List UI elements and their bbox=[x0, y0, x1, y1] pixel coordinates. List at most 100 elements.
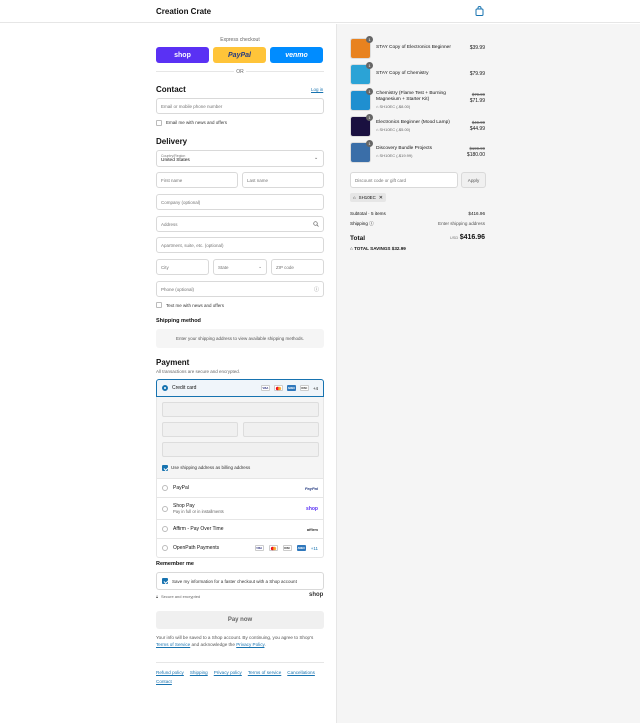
address-placeholder: Address bbox=[161, 221, 178, 227]
credit-card-option[interactable]: Credit card VISA AMEX DISC +4 bbox=[156, 379, 324, 397]
product-title: STAY Copy of Chemistry bbox=[376, 71, 429, 76]
city-field[interactable]: City bbox=[156, 259, 209, 275]
line-item: 1 STAY Copy of Electronics Beginner $39.… bbox=[350, 36, 485, 59]
legal-text: Your info will be saved to a Shop accoun… bbox=[156, 634, 324, 648]
delivery-heading: Delivery bbox=[156, 137, 188, 146]
email-placeholder: Email or mobile phone number bbox=[161, 103, 223, 109]
privacy-policy-link[interactable]: Privacy policy bbox=[214, 670, 242, 675]
discount-text: SH10EC (-$8.00) bbox=[379, 104, 411, 109]
billing-address-label: Use shipping address as billing address bbox=[171, 465, 251, 470]
cart-bag-icon[interactable] bbox=[475, 6, 484, 16]
discount-code-label: SH10EC bbox=[358, 195, 376, 200]
card-expiry-field[interactable] bbox=[162, 422, 238, 437]
card-details-panel: Use shipping address as billing address bbox=[156, 397, 324, 479]
product-thumbnail: 1 bbox=[350, 88, 373, 111]
apartment-field[interactable]: Apartment, suite, etc. (optional) bbox=[156, 237, 324, 253]
card-cvc-field[interactable] bbox=[243, 422, 319, 437]
country-value: United States bbox=[161, 158, 190, 163]
terms-of-service-link[interactable]: Terms of service bbox=[248, 670, 281, 675]
shipping-label: Shipping ⓘ bbox=[350, 221, 374, 227]
shoppay-radio[interactable] bbox=[162, 505, 168, 512]
pay-now-button[interactable]: Pay now bbox=[156, 611, 324, 629]
state-placeholder: State bbox=[218, 264, 229, 270]
shoppay-option[interactable]: Shop Pay Pay in full or in installments … bbox=[156, 498, 324, 520]
zip-field[interactable]: ZIP code bbox=[271, 259, 324, 275]
product-info: Electronics Beginner (Mood Lamp) ⌂ SH10E… bbox=[376, 120, 458, 132]
openpath-radio[interactable] bbox=[162, 545, 168, 551]
first-name-field[interactable]: First name bbox=[156, 172, 238, 188]
phone-field[interactable]: Phone (optional) ⓘ bbox=[156, 281, 324, 297]
credit-card-radio[interactable] bbox=[162, 385, 168, 391]
text-news-checkbox[interactable] bbox=[156, 302, 162, 308]
shop-pay-button[interactable]: shop bbox=[156, 47, 209, 63]
quantity-badge: 1 bbox=[366, 114, 373, 121]
email-news-checkbox[interactable] bbox=[156, 120, 162, 126]
affirm-radio[interactable] bbox=[162, 526, 168, 532]
privacy-link[interactable]: Privacy Policy bbox=[236, 642, 264, 647]
product-price: $180.00 bbox=[466, 152, 485, 158]
paypal-radio[interactable] bbox=[162, 485, 168, 491]
discount-label: ⌂ SH10EC (-$8.00) bbox=[376, 104, 458, 109]
tag-icon: ⌂ bbox=[376, 127, 379, 132]
line-item: 1 Discovery Bundle Projects ⌂ SH10EC (-$… bbox=[350, 140, 485, 163]
remember-me-checkbox[interactable] bbox=[162, 578, 168, 584]
discount-code-field[interactable]: Discount code or gift card bbox=[350, 172, 458, 188]
product-info: Discovery Bundle Projects ⌂ SH10EC (-$19… bbox=[376, 146, 458, 158]
email-news-label: Email me with news and offers bbox=[166, 120, 227, 125]
paypal-button[interactable]: PayPal bbox=[213, 47, 266, 63]
line-item: 1 STAY Copy of Chemistry $79.99 bbox=[350, 62, 485, 85]
shoppay-sublabel: Pay in full or in installments bbox=[173, 509, 224, 514]
email-field[interactable]: Email or mobile phone number bbox=[156, 98, 324, 114]
footer-links: Refund policy Shipping Privacy policy Terms… bbox=[156, 668, 324, 686]
remove-discount-icon[interactable]: ✕ bbox=[379, 195, 383, 201]
address-field[interactable]: Address bbox=[156, 216, 324, 232]
search-icon bbox=[313, 221, 319, 229]
visa-icon: VISA bbox=[254, 545, 264, 551]
venmo-button[interactable]: venmo bbox=[270, 47, 323, 63]
shoppay-logo-icon: shop bbox=[306, 505, 318, 512]
first-name-placeholder: First name bbox=[161, 177, 183, 183]
help-circle-icon[interactable]: ⓘ bbox=[369, 221, 374, 226]
apply-discount-button[interactable]: Apply bbox=[461, 172, 486, 188]
product-title: Electronics Beginner (Mood Lamp) bbox=[376, 120, 450, 125]
billing-address-checkbox[interactable] bbox=[162, 465, 168, 471]
contact-heading: Contact bbox=[156, 85, 186, 94]
contact-link[interactable]: Contact bbox=[156, 679, 172, 684]
mastercard-icon bbox=[268, 545, 278, 551]
card-name-field[interactable] bbox=[162, 442, 319, 457]
shipping-value: Enter shipping address bbox=[438, 221, 485, 226]
footer-divider bbox=[156, 662, 324, 663]
quantity-badge: 1 bbox=[366, 62, 373, 69]
openpath-label: OpenPath Payments bbox=[173, 545, 220, 551]
company-field[interactable]: Company (optional) bbox=[156, 194, 324, 210]
terms-link[interactable]: Terms of Service bbox=[156, 642, 190, 647]
last-name-field[interactable]: Last name bbox=[242, 172, 324, 188]
refund-policy-link[interactable]: Refund policy bbox=[156, 670, 184, 675]
product-price: $79.99 bbox=[469, 71, 485, 77]
cancellations-link[interactable]: Cancellations bbox=[287, 670, 315, 675]
lock-icon: 🔒︎ bbox=[156, 594, 159, 599]
login-link[interactable]: Log in bbox=[311, 87, 323, 92]
paypal-option[interactable]: PayPal PayPal bbox=[156, 479, 324, 498]
openpath-option[interactable]: OpenPath Payments VISA DISC AMEX +11 bbox=[156, 539, 324, 558]
state-select[interactable]: State ⌄ bbox=[213, 259, 267, 275]
store-logo[interactable]: Creation Crate bbox=[156, 7, 211, 16]
affirm-logo-icon: affirm bbox=[306, 526, 318, 532]
shipping-link[interactable]: Shipping bbox=[190, 670, 208, 675]
help-circle-icon[interactable]: ⓘ bbox=[314, 286, 319, 293]
country-select[interactable]: Country/Region United States bbox=[156, 150, 324, 167]
amex-icon: AMEX bbox=[286, 385, 296, 391]
amex-icon: AMEX bbox=[296, 545, 306, 551]
card-number-field[interactable] bbox=[162, 402, 319, 417]
quantity-badge: 1 bbox=[366, 88, 373, 95]
shipping-method-heading: Shipping method bbox=[156, 318, 201, 324]
affirm-option[interactable]: Affirm - Pay Over Time affirm bbox=[156, 520, 324, 539]
tag-icon: ⌂ bbox=[353, 195, 356, 200]
shipping-text: Shipping bbox=[350, 221, 368, 226]
payment-subtitle: All transactions are secure and encrypte… bbox=[156, 369, 241, 374]
order-summary: 1 STAY Copy of Electronics Beginner $39.… bbox=[336, 24, 640, 723]
chevron-down-icon: ⌄ bbox=[258, 264, 262, 269]
header: Creation Crate bbox=[0, 0, 640, 23]
zip-placeholder: ZIP code bbox=[276, 264, 294, 270]
legal-end: . bbox=[264, 642, 266, 647]
